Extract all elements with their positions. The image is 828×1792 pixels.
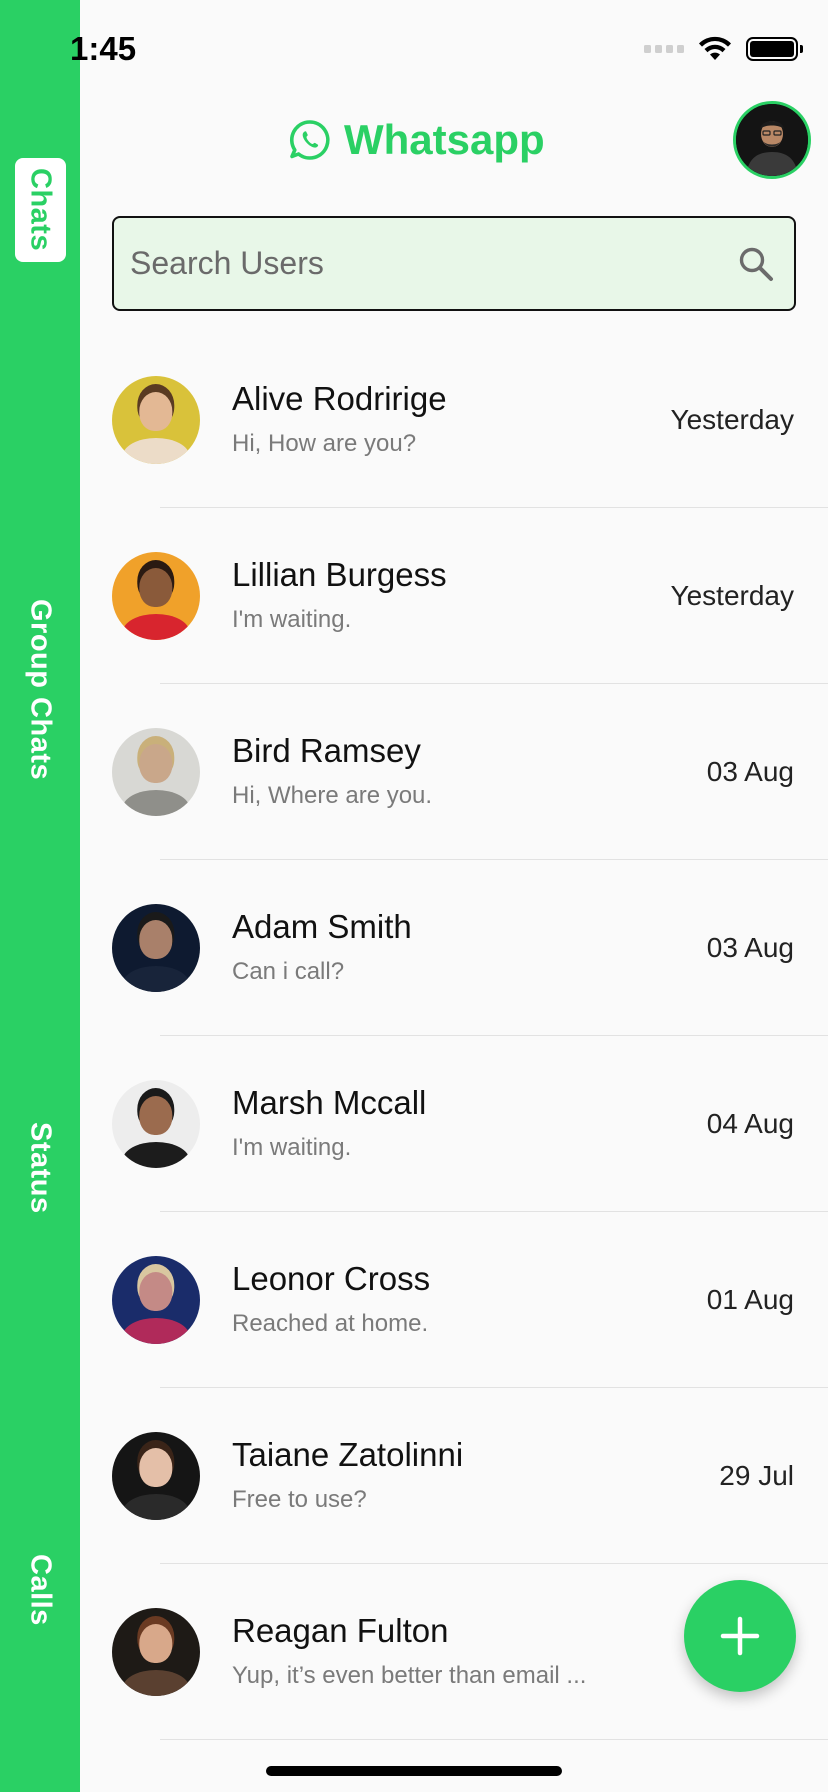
message-time: Yesterday — [670, 580, 795, 611]
app-screen: Chats Group Chats Status Calls 1:45 What… — [0, 0, 828, 1792]
wifi-icon — [699, 36, 731, 60]
contact-name: Taiane Zatolinni — [232, 1436, 464, 1473]
tab-status[interactable]: Status — [0, 1108, 80, 1228]
contact-avatar — [112, 376, 200, 464]
message-preview: Reached at home. — [232, 1310, 429, 1337]
contact-name: Marsh Mccall — [232, 1084, 427, 1121]
message-time: 03 Aug — [706, 756, 794, 787]
whatsapp-logo-icon — [289, 120, 330, 160]
contact-name: Reagan Fulton — [232, 1612, 449, 1649]
status-bar-time: 1:45 — [70, 30, 137, 67]
profile-avatar[interactable] — [733, 101, 811, 179]
contact-name: Lillian Burgess — [232, 556, 447, 593]
contact-avatar — [112, 1080, 200, 1168]
status-bar-icons — [644, 34, 803, 64]
contact-avatar — [112, 728, 200, 816]
cellular-signal-icon — [644, 45, 684, 53]
message-preview: I'm waiting. — [232, 1134, 352, 1161]
row-divider — [160, 1738, 828, 1740]
tab-calls[interactable]: Calls — [0, 1540, 80, 1640]
tab-status-label: Status — [24, 1122, 57, 1214]
app-brand: Whatsapp — [288, 112, 545, 168]
contact-avatar — [112, 1432, 200, 1520]
home-indicator[interactable] — [266, 1766, 562, 1776]
contact-name: Leonor Cross — [232, 1260, 431, 1297]
contact-avatar — [112, 1256, 200, 1344]
side-nav: Chats Group Chats Status Calls — [0, 0, 80, 1792]
tab-group-chats-label: Group Chats — [24, 599, 57, 781]
profile-photo — [736, 104, 808, 176]
contact-avatar — [112, 552, 200, 640]
chat-list-item[interactable]: Marsh Mccall I'm waiting. 04 Aug — [80, 1036, 828, 1212]
tab-chats[interactable]: Chats — [0, 154, 80, 266]
search-input[interactable] — [130, 245, 734, 282]
message-time: 04 Aug — [706, 1108, 794, 1139]
contact-name: Bird Ramsey — [232, 732, 421, 769]
message-time: 29 Jul — [719, 1460, 794, 1491]
new-chat-button[interactable] — [684, 1580, 796, 1692]
tab-calls-label: Calls — [24, 1554, 57, 1626]
contact-name: Alive Rodririge — [232, 380, 447, 417]
chat-list-item[interactable]: Alive Rodririge Hi, How are you? Yesterd… — [80, 332, 828, 508]
chat-list: Alive Rodririge Hi, How are you? Yesterd… — [80, 332, 828, 1740]
chat-list-item[interactable]: Taiane Zatolinni Free to use? 29 Jul — [80, 1388, 828, 1564]
chat-list-item[interactable]: Adam Smith Can i call? 03 Aug — [80, 860, 828, 1036]
chat-list-item[interactable]: Lillian Burgess I'm waiting. Yesterday — [80, 508, 828, 684]
tab-chats-label: Chats — [14, 158, 66, 262]
message-preview: Yup, it’s even better than email ... — [232, 1662, 587, 1689]
chat-list-item[interactable]: Leonor Cross Reached at home. 01 Aug — [80, 1212, 828, 1388]
message-preview: I'm waiting. — [232, 606, 352, 633]
plus-icon — [720, 1616, 760, 1656]
contact-avatar — [112, 1608, 200, 1696]
search-bar — [112, 216, 796, 311]
battery-icon — [746, 37, 803, 61]
search-icon[interactable] — [734, 242, 778, 286]
message-time: 03 Aug — [706, 932, 794, 963]
message-preview: Hi, Where are you. — [232, 782, 433, 809]
app-title: Whatsapp — [344, 116, 545, 163]
tab-group-chats[interactable]: Group Chats — [0, 580, 80, 800]
contact-name: Adam Smith — [232, 908, 412, 945]
message-preview: Hi, How are you? — [232, 430, 417, 457]
message-preview: Free to use? — [232, 1486, 367, 1513]
message-time: 01 Aug — [706, 1284, 794, 1315]
message-time: Yesterday — [670, 404, 795, 435]
contact-avatar — [112, 904, 200, 992]
message-preview: Can i call? — [232, 958, 345, 985]
chat-list-item[interactable]: Bird Ramsey Hi, Where are you. 03 Aug — [80, 684, 828, 860]
